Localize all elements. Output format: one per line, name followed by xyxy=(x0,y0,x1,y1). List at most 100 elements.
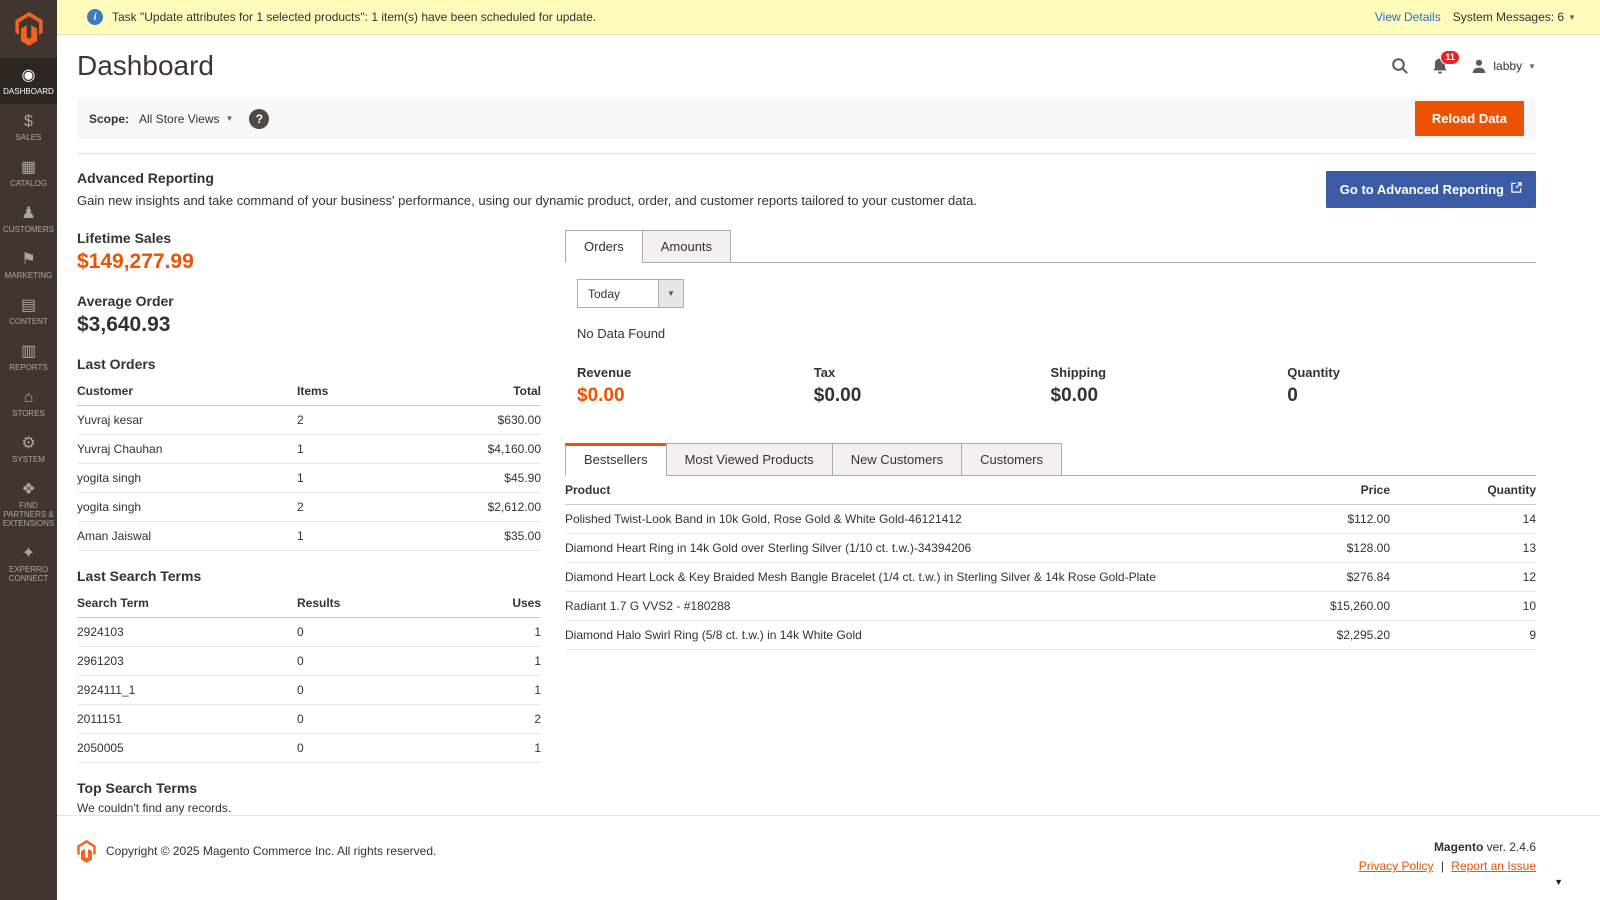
magento-footer-logo-icon xyxy=(77,840,96,863)
reload-data-button[interactable]: Reload Data xyxy=(1414,101,1524,136)
product-price: $15,260.00 xyxy=(1240,591,1390,621)
system-messages-dropdown[interactable]: System Messages: 6 ▼ xyxy=(1453,10,1576,24)
sidebar-item-catalog[interactable]: ▦ Catalog xyxy=(0,150,57,196)
scroll-down-indicator[interactable]: ▼ xyxy=(1554,877,1563,887)
product-price: $112.00 xyxy=(1240,504,1390,534)
column-header-items: Items xyxy=(297,377,429,406)
products-section: Bestsellers Most Viewed Products New Cus… xyxy=(565,443,1536,650)
order-customer: Yuvraj kesar xyxy=(77,405,297,435)
version-info: Magento ver. 2.4.6 xyxy=(1359,840,1536,854)
table-row[interactable]: Polished Twist-Look Band in 10k Gold, Ro… xyxy=(565,504,1536,534)
table-row[interactable]: Yuvraj kesar 2 $630.00 xyxy=(77,405,541,435)
table-row[interactable]: 2050005 0 1 xyxy=(77,733,541,763)
table-row[interactable]: yogita singh 2 $2,612.00 xyxy=(77,492,541,522)
tab-amounts[interactable]: Amounts xyxy=(641,230,732,263)
table-row[interactable]: 2961203 0 1 xyxy=(77,646,541,676)
metric-revenue: Revenue $0.00 xyxy=(577,365,814,407)
order-total: $630.00 xyxy=(429,405,541,435)
sidebar-item-reports[interactable]: ▥ Reports xyxy=(0,334,57,380)
table-row[interactable]: Aman Jaiswal 1 $35.00 xyxy=(77,521,541,551)
column-header-total: Total xyxy=(429,377,541,406)
product-name: Radiant 1.7 G VVS2 - #180288 xyxy=(565,591,1240,621)
system-messages-label: System Messages: 6 xyxy=(1452,10,1565,24)
lifetime-sales: Lifetime Sales $149,277.99 xyxy=(77,230,541,274)
last-orders-title: Last Orders xyxy=(77,356,156,372)
table-header-row: Search Term Results Uses xyxy=(77,589,541,618)
sidebar-item-system[interactable]: ⚙ System xyxy=(0,426,57,472)
table-header-row: Customer Items Total xyxy=(77,377,541,406)
order-items: 2 xyxy=(297,492,429,522)
help-icon[interactable]: ? xyxy=(249,108,270,129)
sidebar-item-label: Find Partners & Extensions xyxy=(2,501,55,528)
table-row[interactable]: yogita singh 1 $45.90 xyxy=(77,463,541,493)
search-uses: 1 xyxy=(429,733,541,763)
order-items: 1 xyxy=(297,463,429,493)
product-quantity: 14 xyxy=(1390,504,1536,534)
advanced-reporting-description: Gain new insights and take command of yo… xyxy=(77,193,977,208)
table-row[interactable]: 2924103 0 1 xyxy=(77,617,541,647)
sidebar-item-dashboard[interactable]: ◉ Dashboard xyxy=(0,58,57,104)
go-to-advanced-reporting-button[interactable]: Go to Advanced Reporting xyxy=(1325,170,1536,208)
tab-most-viewed-products[interactable]: Most Viewed Products xyxy=(665,443,833,476)
search-results: 0 xyxy=(297,646,429,676)
sidebar-item-customers[interactable]: ♟ Customers xyxy=(0,196,57,242)
notifications-button[interactable]: 11 xyxy=(1431,49,1460,76)
sidebar-item-content[interactable]: ▤ Content xyxy=(0,288,57,334)
external-link-icon xyxy=(1511,181,1522,193)
search-results: 0 xyxy=(297,617,429,647)
table-row[interactable]: Radiant 1.7 G VVS2 - #180288 $15,260.00 … xyxy=(565,591,1536,621)
table-row[interactable]: Yuvraj Chauhan 1 $4,160.00 xyxy=(77,434,541,464)
tab-new-customers[interactable]: New Customers xyxy=(831,443,963,476)
metric-label: Revenue xyxy=(577,365,632,380)
sidebar-item-sales[interactable]: $ Sales xyxy=(0,104,57,150)
sales-icon: $ xyxy=(24,113,33,130)
table-row[interactable]: 2011151 0 2 xyxy=(77,704,541,734)
table-row[interactable]: Diamond Heart Lock & Key Braided Mesh Ba… xyxy=(565,562,1536,592)
stores-icon: ⌂ xyxy=(23,389,34,406)
search-term: 2050005 xyxy=(77,733,297,763)
left-column: Lifetime Sales $149,277.99 Average Order… xyxy=(77,230,541,815)
order-total: $4,160.00 xyxy=(429,434,541,464)
sidebar-item-label: System xyxy=(12,455,45,464)
order-total: $45.90 xyxy=(429,463,541,493)
notification-message: Task "Update attributes for 1 selected p… xyxy=(112,10,597,24)
product-name: Polished Twist-Look Band in 10k Gold, Ro… xyxy=(565,504,1240,534)
advanced-reporting-button-label: Go to Advanced Reporting xyxy=(1339,181,1504,197)
period-select[interactable]: Today ▼ xyxy=(577,279,684,308)
table-row[interactable]: Diamond Halo Swirl Ring (5/8 ct. t.w.) i… xyxy=(565,620,1536,650)
user-menu[interactable]: labby ▼ xyxy=(1471,58,1536,74)
sidebar-item-label: Sales xyxy=(15,133,42,142)
sidebar: ◉ Dashboard $ Sales ▦ Catalog ♟ Customer… xyxy=(0,0,57,900)
table-header-row: Product Price Quantity xyxy=(565,476,1536,505)
metric-label: Tax xyxy=(813,365,836,380)
sidebar-item-label: Experro Connect xyxy=(8,565,49,583)
column-header-product: Product xyxy=(565,476,1240,505)
experro-icon: ✦ xyxy=(21,545,36,562)
sidebar-item-marketing[interactable]: ⚑ Marketing xyxy=(0,242,57,288)
view-details-link[interactable]: View Details xyxy=(1375,10,1441,24)
magento-logo[interactable] xyxy=(0,0,57,58)
report-issue-link[interactable]: Report an Issue xyxy=(1451,859,1536,873)
search-uses: 1 xyxy=(429,617,541,647)
scope-label: Scope: xyxy=(89,111,130,126)
sidebar-item-experro-connect[interactable]: ✦ Experro Connect xyxy=(0,536,57,591)
sidebar-item-find-partners[interactable]: ❖ Find Partners & Extensions xyxy=(0,472,57,536)
sidebar-item-stores[interactable]: ⌂ Stores xyxy=(0,380,57,426)
metric-value: $0.00 xyxy=(577,385,625,406)
table-row[interactable]: Diamond Heart Ring in 14k Gold over Ster… xyxy=(565,533,1536,563)
column-header-uses: Uses xyxy=(429,589,541,618)
store-view-switcher[interactable]: All Store Views ▼ xyxy=(139,112,233,126)
tab-bestsellers[interactable]: Bestsellers xyxy=(565,443,667,476)
page-header: Dashboard 11 labby ▼ xyxy=(57,35,1600,94)
footer: Copyright © 2025 Magento Commerce Inc. A… xyxy=(57,815,1600,900)
order-items: 1 xyxy=(297,434,429,464)
order-items: 2 xyxy=(297,405,429,435)
search-button[interactable] xyxy=(1391,57,1409,75)
version-number: ver. 2.4.6 xyxy=(1486,840,1536,854)
privacy-policy-link[interactable]: Privacy Policy xyxy=(1359,859,1434,873)
tab-orders[interactable]: Orders xyxy=(565,230,643,263)
tab-customers[interactable]: Customers xyxy=(961,443,1063,476)
table-row[interactable]: 2924111_1 0 1 xyxy=(77,675,541,705)
metric-label: Quantity xyxy=(1287,365,1340,380)
footer-links: Privacy Policy | Report an Issue xyxy=(1359,859,1536,873)
